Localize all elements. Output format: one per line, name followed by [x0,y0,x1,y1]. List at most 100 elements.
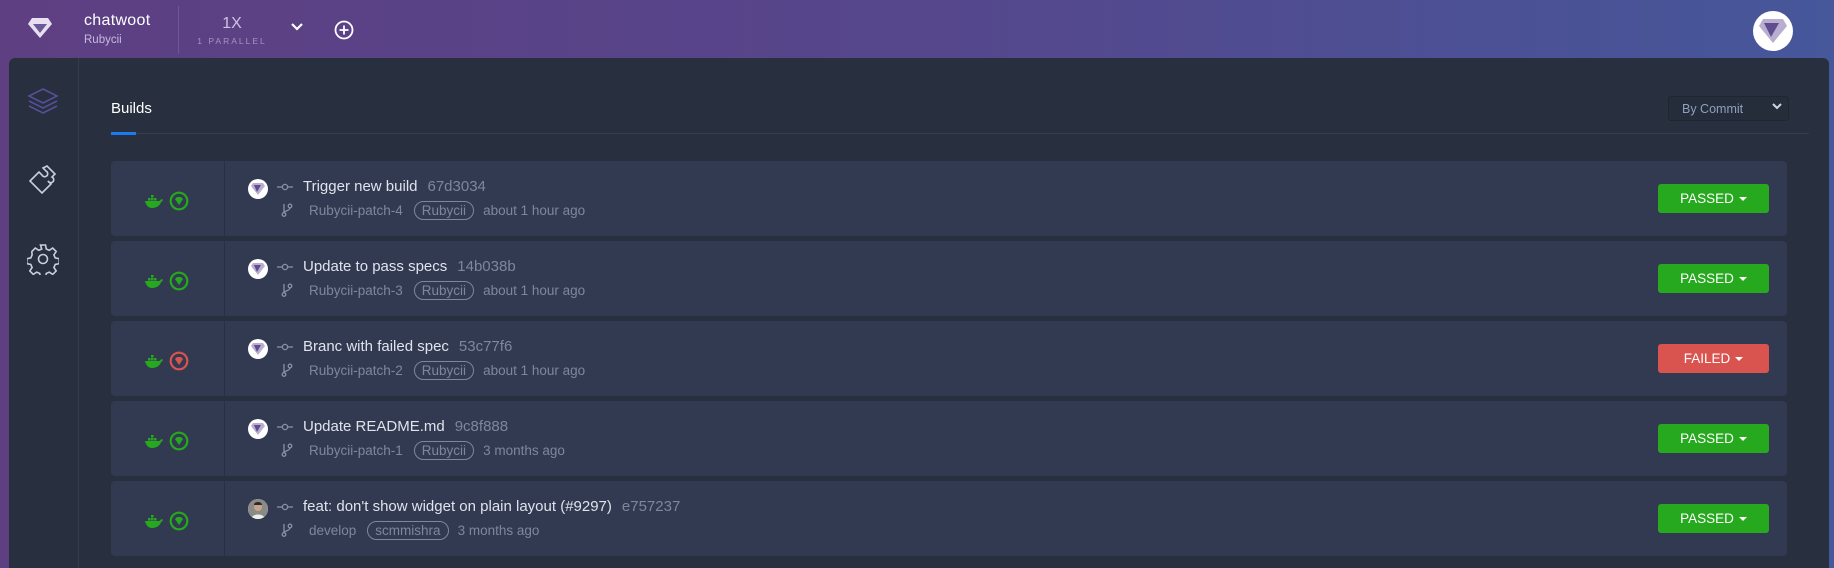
sidebar [9,58,79,568]
layers-icon[interactable] [27,86,59,118]
commit-title[interactable]: feat: don't show widget on plain layout … [303,498,612,515]
branch-icon [281,443,293,457]
commit-author-avatar [248,499,268,519]
status-button[interactable]: FAILED [1658,344,1769,373]
ruby-status-icon [169,271,189,291]
build-time: about 1 hour ago [483,363,586,378]
build-row[interactable]: feat: don't show widget on plain layout … [111,481,1787,556]
diamond-logo-icon [251,423,265,435]
caret-down-icon [1738,196,1747,201]
status-button[interactable]: PASSED [1658,504,1769,533]
branch-icon [281,203,293,217]
caret-down-icon [1738,516,1747,521]
build-indicators [111,241,225,316]
build-time: 3 months ago [457,523,540,538]
build-row[interactable]: Branc with failed spec 53c77f6 Rubycii-pa… [111,321,1787,396]
puzzle-icon[interactable] [27,164,61,196]
build-indicators [111,401,225,476]
commit-title[interactable]: Update README.md [303,418,445,435]
commit-author-avatar [248,419,268,439]
diamond-logo-icon [251,343,265,355]
commit-sha[interactable]: 67d3034 [428,178,486,195]
build-time: about 1 hour ago [483,283,586,298]
status-label: PASSED [1680,191,1734,206]
branch-name[interactable]: Rubycii-patch-2 [309,363,403,378]
author-badge: Rubycii [413,281,475,300]
chevron-down-icon [1772,103,1782,110]
gear-icon[interactable] [27,243,59,275]
status-button[interactable]: PASSED [1658,424,1769,453]
status-button[interactable]: PASSED [1658,264,1769,293]
branch-icon [281,363,293,377]
caret-down-icon [1738,276,1747,281]
tab-builds[interactable]: Builds [111,100,152,117]
build-indicators [111,161,225,236]
build-row[interactable]: Update README.md 9c8f888 Rubycii-patch-1 R… [111,401,1787,476]
status-label: PASSED [1680,511,1734,526]
status-label: FAILED [1683,351,1731,366]
commit-sha[interactable]: 53c77f6 [459,338,512,355]
commit-title[interactable]: Trigger new build [303,178,418,195]
ruby-status-icon [169,191,189,211]
org-name[interactable]: chatwoot [84,12,150,30]
divider [178,6,179,54]
ruby-status-icon [169,431,189,451]
commit-author-avatar [248,259,268,279]
caret-down-icon [1735,356,1744,361]
docker-icon [145,514,163,528]
author-badge: Rubycii [413,441,475,460]
commit-title[interactable]: Branc with failed spec [303,338,449,355]
tab-active-indicator [111,132,136,135]
tab-divider [111,133,1809,134]
ruby-status-icon [169,351,189,371]
build-time: about 1 hour ago [483,203,586,218]
commit-icon [277,423,293,431]
commit-author-avatar [248,339,268,359]
commit-icon [277,183,293,191]
parallel-label: 1 PARALLEL [197,36,267,46]
diamond-logo-icon [251,263,265,275]
commit-icon [277,503,293,511]
org-subtitle: Rubycii [84,34,122,46]
main-panel: Builds By Commit Trigger new build 67d303… [9,58,1829,568]
docker-icon [145,194,163,208]
branch-name[interactable]: Rubycii-patch-4 [309,203,403,218]
chevron-down-icon[interactable] [290,22,304,32]
ruby-status-icon [169,511,189,531]
build-indicators [111,481,225,556]
caret-down-icon [1738,436,1747,441]
author-badge: scmmishra [367,521,449,540]
branch-name[interactable]: Rubycii-patch-1 [309,443,403,458]
branch-name[interactable]: develop [309,523,356,538]
plus-circle-icon[interactable] [334,20,354,40]
docker-icon [145,274,163,288]
branch-icon [281,523,293,537]
docker-icon [145,434,163,448]
parallel-value: 1X [222,15,242,32]
branch-icon [281,283,293,297]
build-time: 3 months ago [483,443,565,458]
commit-author-avatar [248,179,268,199]
commit-icon [277,263,293,271]
branch-name[interactable]: Rubycii-patch-3 [309,283,403,298]
diamond-logo-icon[interactable] [28,18,52,38]
diamond-logo-icon [1759,19,1787,43]
build-row[interactable]: Trigger new build 67d3034 Rubycii-patch-4… [111,161,1787,236]
commit-sha[interactable]: 9c8f888 [455,418,508,435]
docker-icon [145,354,163,368]
diamond-logo-icon [251,183,265,195]
build-row[interactable]: Update to pass specs 14b038b Rubycii-patc… [111,241,1787,316]
status-label: PASSED [1680,431,1734,446]
status-button[interactable]: PASSED [1658,184,1769,213]
commit-title[interactable]: Update to pass specs [303,258,447,275]
top-bar: chatwoot Rubycii 1X 1 PARALLEL [0,0,1834,58]
user-avatar[interactable] [1753,11,1793,51]
author-badge: Rubycii [413,361,475,380]
user-photo-icon [248,499,268,519]
sort-select[interactable]: By Commit [1668,96,1789,121]
status-label: PASSED [1680,271,1734,286]
commit-sha[interactable]: e757237 [622,498,680,515]
author-badge: Rubycii [413,201,475,220]
commit-sha[interactable]: 14b038b [457,258,515,275]
sort-select-value: By Commit [1682,102,1744,116]
